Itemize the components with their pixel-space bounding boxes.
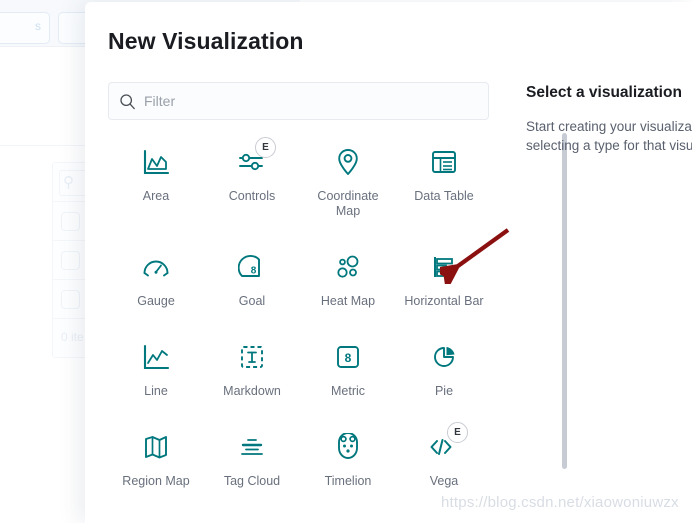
viz-type-label: Data Table <box>414 189 474 203</box>
experimental-badge: E <box>447 422 468 443</box>
viz-type-label: Tag Cloud <box>223 474 281 488</box>
viz-type-label: Timelion <box>324 474 372 488</box>
background-item-count: 0 ite <box>61 330 84 344</box>
detail-title: Select a visualization <box>526 84 682 101</box>
map-pin-icon <box>325 144 371 180</box>
viz-type-label: Area <box>142 189 170 203</box>
goal-icon: 8 <box>229 249 275 285</box>
checkbox-icon[interactable] <box>61 290 80 309</box>
new-visualization-modal: New Visualization Area <box>85 2 692 523</box>
viz-type-label: Coordinate Map <box>317 189 379 218</box>
background-tab-1[interactable]: s <box>0 12 50 44</box>
checkbox-icon[interactable] <box>61 212 80 231</box>
visualization-grid-scrollbar[interactable] <box>562 133 567 469</box>
pie-chart-icon <box>421 339 467 375</box>
search-icon <box>119 93 136 110</box>
viz-type-timelion[interactable]: Timelion <box>300 423 396 489</box>
viz-type-region-map[interactable]: Region Map <box>108 423 204 489</box>
visualization-type-grid: Area E Controls Coordinate Map Data Tabl… <box>108 137 492 489</box>
screenshot-root: s ⚲ 0 ite New Visualization Filter Area … <box>0 0 692 523</box>
tag-cloud-icon <box>229 429 275 465</box>
viz-type-controls[interactable]: E Controls <box>204 137 300 219</box>
viz-type-vega[interactable]: E Vega <box>396 422 492 489</box>
viz-type-gauge[interactable]: Gauge <box>108 243 204 309</box>
detail-description: Start creating your visualization by sel… <box>526 119 692 153</box>
data-table-icon <box>421 144 467 180</box>
viz-type-label: Heat Map <box>320 294 376 308</box>
region-map-icon <box>133 429 179 465</box>
viz-type-label: Line <box>144 384 168 398</box>
viz-type-goal[interactable]: 8 Goal <box>204 243 300 309</box>
search-icon: ⚲ <box>63 174 74 191</box>
vega-code-icon: E <box>421 422 468 465</box>
gauge-icon <box>133 249 179 285</box>
viz-type-label: Horizontal Bar <box>404 294 484 308</box>
page-title: New Visualization <box>108 28 304 54</box>
svg-text:8: 8 <box>345 351 352 365</box>
viz-type-label: Gauge <box>137 294 175 308</box>
heat-map-icon <box>325 249 371 285</box>
visualization-detail-panel: Select a visualization Start creating yo… <box>526 84 692 155</box>
viz-type-label: Metric <box>330 384 366 398</box>
viz-type-pie[interactable]: Pie <box>396 333 492 399</box>
filter-field[interactable] <box>108 82 489 120</box>
background-tab-label: s <box>35 19 41 33</box>
viz-type-metric: 8 Metric <box>300 333 396 399</box>
viz-type-label: Goal <box>238 294 266 308</box>
checkbox-icon[interactable] <box>61 251 80 270</box>
line-chart-icon <box>133 339 179 375</box>
viz-type-horizontal-bar[interactable]: Horizontal Bar <box>396 243 492 309</box>
viz-type-label: Markdown <box>223 384 281 398</box>
viz-type-tag-cloud[interactable]: Tag Cloud <box>204 423 300 489</box>
viz-type-label: Pie <box>434 384 454 398</box>
viz-type-label: Controls <box>228 189 276 203</box>
viz-type-data-table[interactable]: Data Table <box>396 138 492 219</box>
viz-type-label: Region Map <box>122 474 190 488</box>
viz-type-label: Vega <box>429 474 459 488</box>
svg-text:8: 8 <box>251 266 257 277</box>
viz-type-markdown[interactable]: Markdown <box>204 333 300 399</box>
metric-number-icon: 8 <box>325 339 371 375</box>
search-input[interactable] <box>144 93 464 109</box>
viz-type-line[interactable]: Line <box>108 333 204 399</box>
timelion-bear-icon <box>325 429 371 465</box>
markdown-text-icon <box>229 339 275 375</box>
viz-type-coordinate-map[interactable]: Coordinate Map <box>300 138 396 219</box>
viz-type-area[interactable]: Area <box>108 138 204 219</box>
controls-sliders-icon: E <box>229 137 276 180</box>
horizontal-bar-icon <box>421 249 467 285</box>
area-chart-icon <box>133 144 179 180</box>
experimental-badge: E <box>255 137 276 158</box>
viz-type-heat-map[interactable]: Heat Map <box>300 243 396 309</box>
